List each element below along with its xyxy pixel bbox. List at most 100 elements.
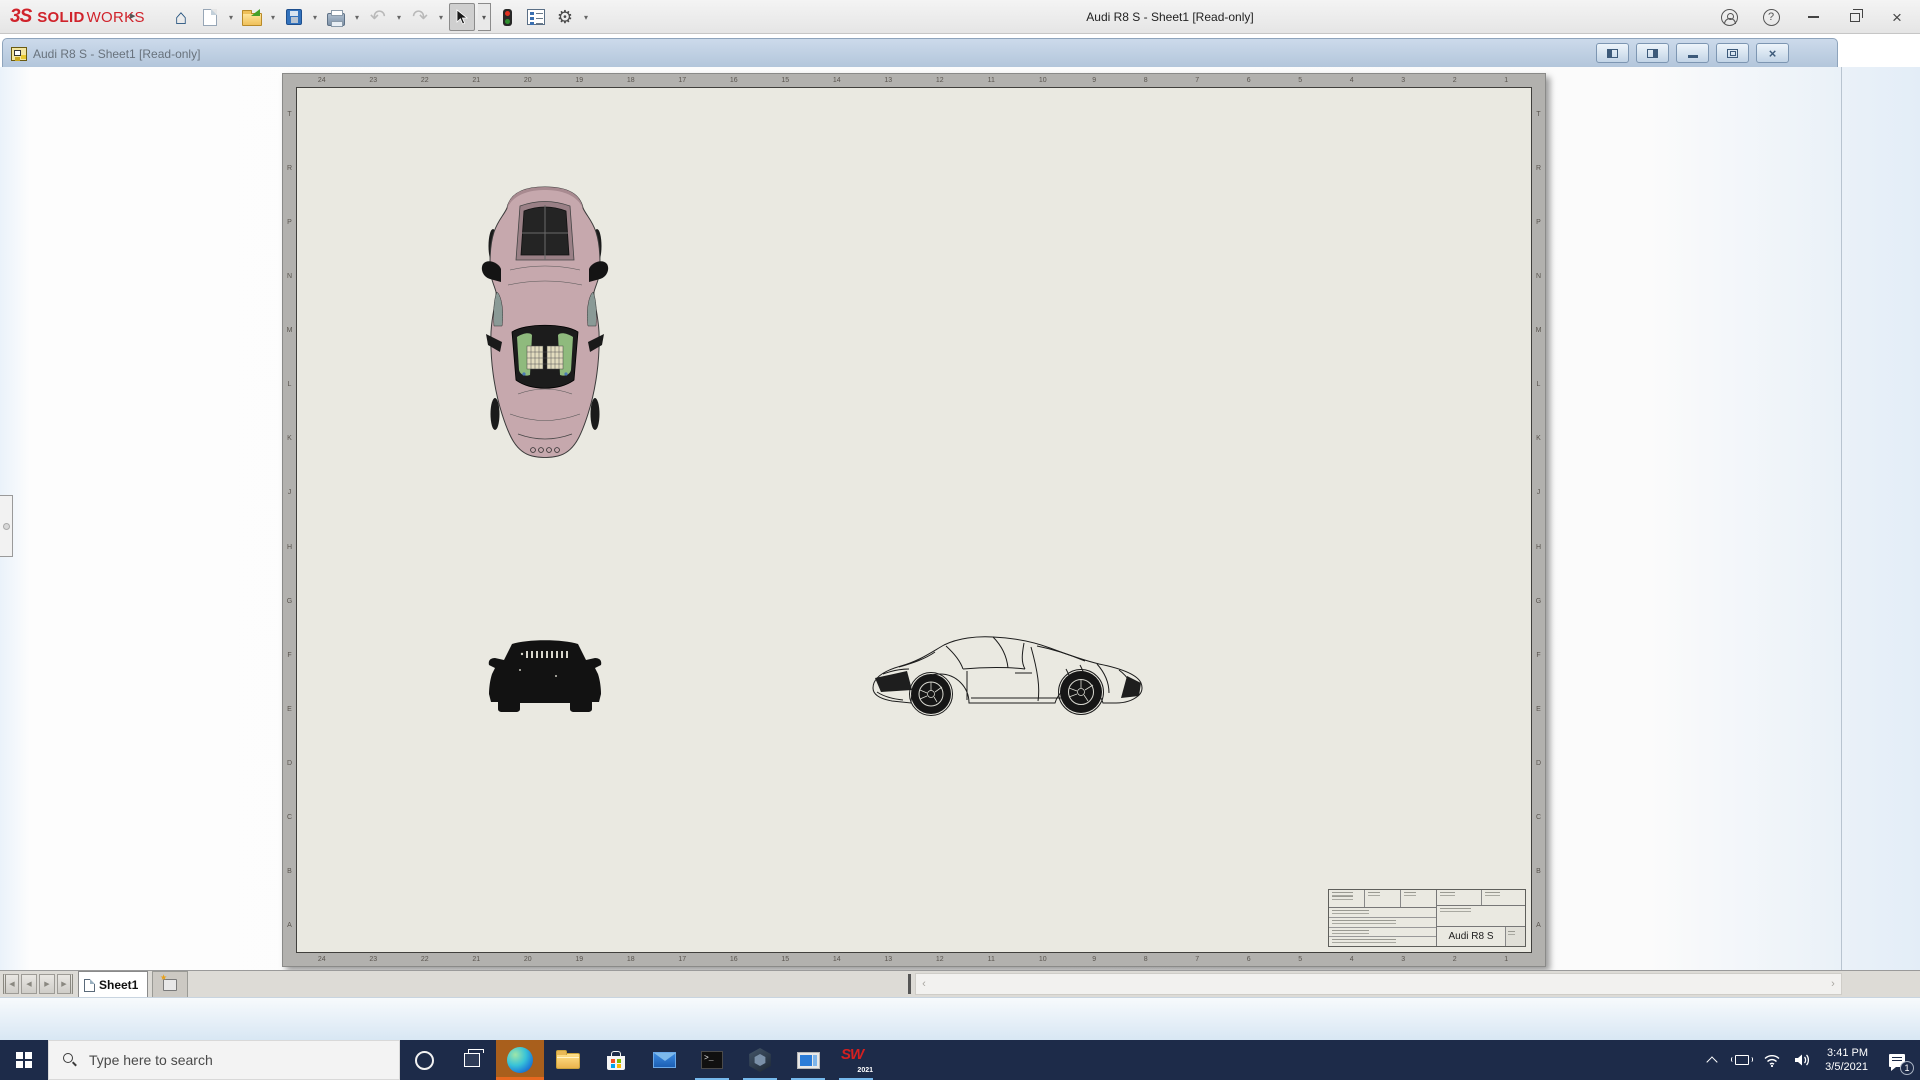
taskbar-app-solidworks[interactable]: SW 2021 — [832, 1040, 880, 1080]
feature-manager-collapsed-tab[interactable] — [0, 495, 13, 557]
doc-minimize-button[interactable] — [1676, 43, 1709, 63]
account-icon — [1720, 8, 1738, 26]
open-button[interactable] — [239, 3, 265, 31]
redo-button[interactable]: ↷ — [407, 3, 433, 31]
open-caret[interactable]: ▾ — [268, 13, 278, 22]
screen: 3S SOLIDWORKS ▸ ⌂ ▾ ▾ ▾ ▾ ↶ ▾ ↷ ▾ ▾ ⚙ ▾ — [0, 0, 1920, 1080]
drawing-view-front[interactable] — [482, 636, 608, 716]
task-pane-divider — [1841, 67, 1842, 970]
gear-icon: ⚙ — [556, 7, 574, 27]
status-bar — [0, 997, 1920, 1040]
new-document-icon — [203, 8, 217, 26]
horizontal-scrollbar[interactable]: ‹ › — [915, 973, 1842, 995]
doc-restore-button[interactable] — [1716, 43, 1749, 63]
document-window-controls: × — [1596, 43, 1789, 63]
taskbar-app-edge[interactable] — [496, 1040, 544, 1080]
drawing-view-side[interactable] — [869, 634, 1147, 716]
taskbar-app-store[interactable] — [592, 1040, 640, 1080]
file-properties-button[interactable] — [523, 3, 549, 31]
file-explorer-icon — [556, 1050, 580, 1069]
taskbar-search[interactable] — [48, 1040, 400, 1080]
add-sheet-tab[interactable] — [152, 971, 188, 998]
select-tool-button[interactable] — [449, 3, 475, 31]
taskbar-clock[interactable]: 3:41 PM 3/5/2021 — [1819, 1046, 1874, 1074]
account-button[interactable] — [1712, 2, 1746, 32]
taskbar-app-photos[interactable] — [784, 1040, 832, 1080]
clock-date: 3/5/2021 — [1825, 1061, 1868, 1073]
last-sheet-button[interactable]: ▶ — [57, 974, 73, 994]
print-caret[interactable]: ▾ — [352, 13, 362, 22]
cortana-button[interactable] — [400, 1040, 448, 1080]
document-titlebar: Audi R8 S - Sheet1 [Read-only] × — [2, 38, 1838, 67]
title-block-left — [1329, 890, 1437, 946]
scroll-left-arrow[interactable]: ‹ — [916, 974, 932, 994]
taskbar-app-file-explorer[interactable] — [544, 1040, 592, 1080]
expand-handle-icon — [2, 522, 10, 530]
zone-ruler-right: TRPNMLKJHGFEDCBA — [1535, 110, 1542, 930]
doc-close-button[interactable]: × — [1756, 43, 1789, 63]
tray-device-button[interactable] — [1729, 1040, 1755, 1080]
task-view-button[interactable] — [448, 1040, 496, 1080]
pane-splitter-handle[interactable] — [908, 974, 911, 994]
tab-sheet1[interactable]: Sheet1 — [78, 971, 148, 998]
options-button[interactable]: ⚙ — [552, 3, 578, 31]
select-cursor-icon — [456, 8, 469, 25]
redo-icon: ↷ — [412, 6, 428, 28]
restore-icon — [1850, 8, 1863, 22]
redo-caret[interactable]: ▾ — [436, 13, 446, 22]
taskbar-app-terminal[interactable]: >_ — [688, 1040, 736, 1080]
previous-sheet-button[interactable]: ◀ — [21, 974, 37, 994]
save-caret[interactable]: ▾ — [310, 13, 320, 22]
speaker-icon — [1795, 1054, 1810, 1066]
rebuild-button[interactable] — [494, 3, 520, 31]
select-tool-caret[interactable]: ▾ — [478, 3, 491, 31]
photos-icon — [796, 1051, 820, 1069]
new-document-button[interactable] — [197, 3, 223, 31]
help-icon: ? — [1762, 8, 1780, 26]
restore-button[interactable] — [1838, 2, 1872, 32]
scroll-right-arrow[interactable]: › — [1825, 974, 1841, 994]
minimize-icon — [1807, 16, 1819, 18]
help-button[interactable]: ? — [1754, 2, 1788, 32]
document-title: Audi R8 S - Sheet1 [Read-only] — [33, 46, 201, 61]
undo-button[interactable]: ↶ — [365, 3, 391, 31]
options-caret[interactable]: ▾ — [581, 13, 591, 22]
home-icon: ⌂ — [174, 5, 188, 29]
next-sheet-button[interactable]: ▶ — [39, 974, 55, 994]
title-block: Audi R8 S — [1328, 889, 1526, 947]
search-icon — [63, 1053, 77, 1067]
terminal-icon: >_ — [701, 1051, 723, 1069]
doc-close-icon: × — [1768, 45, 1777, 61]
minimize-button[interactable] — [1796, 2, 1830, 32]
taskbar-app-mail[interactable] — [640, 1040, 688, 1080]
collapse-left-pane-button[interactable] — [1596, 43, 1629, 63]
properties-list-icon — [527, 9, 545, 25]
titlebar-controls: ? × — [1712, 0, 1914, 34]
drawing-document-icon — [11, 46, 27, 61]
tray-wifi-button[interactable] — [1759, 1040, 1785, 1080]
close-button[interactable]: × — [1880, 2, 1914, 32]
new-document-caret[interactable]: ▾ — [226, 13, 236, 22]
home-button[interactable]: ⌂ — [168, 3, 194, 31]
save-button[interactable] — [281, 3, 307, 31]
search-input[interactable] — [87, 1051, 367, 1069]
menu-flyout-arrow-icon[interactable]: ▸ — [130, 9, 136, 22]
taskbar-app-hexagon[interactable] — [736, 1040, 784, 1080]
scrollbar-track[interactable] — [932, 974, 1825, 994]
tray-chevron-button[interactable] — [1699, 1040, 1725, 1080]
action-center-button[interactable]: 1 — [1878, 1040, 1916, 1080]
notification-badge: 1 — [1900, 1061, 1914, 1075]
graphics-area[interactable]: 24 23 22 21 20 19 18 17 16 15 14 13 12 11 10 9 8 7 6 5 4 3 2 1 … — [0, 67, 1920, 970]
tray-volume-button[interactable] — [1789, 1040, 1815, 1080]
doc-minimize-icon — [1687, 54, 1698, 58]
print-button[interactable] — [323, 3, 349, 31]
sheet-paper[interactable]: Audi R8 S — [296, 87, 1532, 953]
collapse-right-pane-button[interactable] — [1636, 43, 1669, 63]
undo-caret[interactable]: ▾ — [394, 13, 404, 22]
left-pane-icon — [1607, 48, 1618, 58]
drawing-view-top[interactable] — [480, 184, 610, 460]
drawing-sheet[interactable]: 24 23 22 21 20 19 18 17 16 15 14 13 12 11 10 9 8 7 6 5 4 3 2 1 … — [282, 73, 1546, 967]
first-sheet-button[interactable]: ◀ — [3, 974, 19, 994]
zone-ruler-left: TRPNMLKJHGFEDCBA — [286, 110, 293, 930]
start-button[interactable] — [0, 1040, 48, 1080]
